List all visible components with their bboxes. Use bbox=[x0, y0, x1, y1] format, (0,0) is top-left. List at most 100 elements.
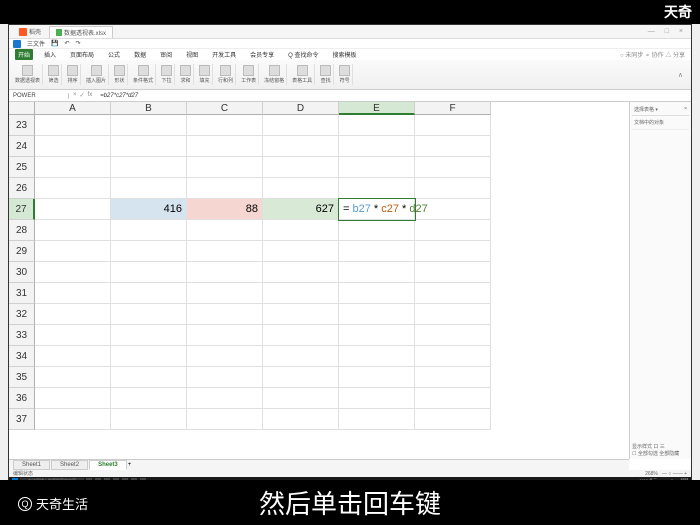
cell-c23[interactable] bbox=[187, 115, 263, 136]
row-header-36[interactable]: 36 bbox=[9, 388, 35, 409]
row-header-29[interactable]: 29 bbox=[9, 241, 35, 262]
select-all-corner[interactable] bbox=[9, 102, 35, 115]
ribbon-fill[interactable]: 填充 bbox=[197, 64, 213, 85]
cell-c33[interactable] bbox=[187, 325, 263, 346]
cell-b30[interactable] bbox=[111, 262, 187, 283]
document-tab[interactable]: 数据透视表.xlsx bbox=[49, 26, 113, 38]
fx-icon[interactable]: fx bbox=[88, 92, 93, 99]
cell-f29[interactable] bbox=[415, 241, 491, 262]
window-controls[interactable]: — □ × bbox=[648, 28, 687, 35]
cell-d28[interactable] bbox=[263, 220, 339, 241]
row-header-23[interactable]: 23 bbox=[9, 115, 35, 136]
row-header-33[interactable]: 33 bbox=[9, 325, 35, 346]
cell-b33[interactable] bbox=[111, 325, 187, 346]
cell-e34[interactable] bbox=[339, 346, 415, 367]
qa-undo-icon[interactable]: ↶ bbox=[65, 40, 70, 47]
ribbon-freeze[interactable]: 冻结窗格 bbox=[262, 64, 287, 85]
column-header-d[interactable]: D bbox=[263, 102, 339, 115]
cell-b34[interactable] bbox=[111, 346, 187, 367]
cell-f28[interactable] bbox=[415, 220, 491, 241]
file-menu[interactable]: 三文件 bbox=[27, 39, 45, 48]
cell-e35[interactable] bbox=[339, 367, 415, 388]
cell-b31[interactable] bbox=[111, 283, 187, 304]
ribbon-shape[interactable]: 形状 bbox=[112, 64, 128, 85]
cell-a37[interactable] bbox=[35, 409, 111, 430]
cell-c31[interactable] bbox=[187, 283, 263, 304]
cell-f36[interactable] bbox=[415, 388, 491, 409]
ribbon-tab-layout[interactable]: 页面布局 bbox=[67, 49, 97, 60]
cell-e26[interactable] bbox=[339, 178, 415, 199]
cell-b27[interactable]: 416 bbox=[111, 199, 187, 220]
accept-formula-icon[interactable]: ✓ bbox=[80, 92, 85, 99]
column-header-e[interactable]: E bbox=[339, 102, 415, 115]
column-header-c[interactable]: C bbox=[187, 102, 263, 115]
cell-d35[interactable] bbox=[263, 367, 339, 388]
ribbon-find[interactable]: 查找 bbox=[318, 64, 334, 85]
cell-a29[interactable] bbox=[35, 241, 111, 262]
ribbon-sort[interactable]: 排序 bbox=[65, 64, 81, 85]
cell-d27[interactable]: 627 bbox=[263, 199, 339, 220]
spreadsheet-grid[interactable]: ABCDEF232425262741688627= b27 * c27 * d2… bbox=[9, 102, 629, 459]
cell-c30[interactable] bbox=[187, 262, 263, 283]
ribbon-rowcol[interactable]: 行和列 bbox=[216, 64, 236, 85]
row-header-25[interactable]: 25 bbox=[9, 157, 35, 178]
cell-d29[interactable] bbox=[263, 241, 339, 262]
cell-c37[interactable] bbox=[187, 409, 263, 430]
cell-b36[interactable] bbox=[111, 388, 187, 409]
cell-b35[interactable] bbox=[111, 367, 187, 388]
cell-a35[interactable] bbox=[35, 367, 111, 388]
cell-f31[interactable] bbox=[415, 283, 491, 304]
ribbon-condfmt[interactable]: 条件格式 bbox=[131, 64, 156, 85]
cell-a28[interactable] bbox=[35, 220, 111, 241]
cell-b24[interactable] bbox=[111, 136, 187, 157]
ribbon-tab-view[interactable]: 视图 bbox=[183, 49, 201, 60]
ribbon-tab-member[interactable]: 会员专享 bbox=[247, 49, 277, 60]
ribbon-tab-review[interactable]: 审阅 bbox=[157, 49, 175, 60]
cell-e32[interactable] bbox=[339, 304, 415, 325]
cell-c25[interactable] bbox=[187, 157, 263, 178]
cell-e27[interactable]: = b27 * c27 * d27 bbox=[339, 199, 415, 220]
cell-c26[interactable] bbox=[187, 178, 263, 199]
cell-a34[interactable] bbox=[35, 346, 111, 367]
cell-b32[interactable] bbox=[111, 304, 187, 325]
column-header-a[interactable]: A bbox=[35, 102, 111, 115]
column-header-f[interactable]: F bbox=[415, 102, 491, 115]
cell-e30[interactable] bbox=[339, 262, 415, 283]
ribbon-filter[interactable]: 筛选 bbox=[46, 64, 62, 85]
cell-f35[interactable] bbox=[415, 367, 491, 388]
cell-e37[interactable] bbox=[339, 409, 415, 430]
sheet-tab-1[interactable]: Sheet1 bbox=[13, 460, 50, 470]
cell-f33[interactable] bbox=[415, 325, 491, 346]
cell-b26[interactable] bbox=[111, 178, 187, 199]
cell-e23[interactable] bbox=[339, 115, 415, 136]
cell-f34[interactable] bbox=[415, 346, 491, 367]
ribbon-pivot[interactable]: 数据透视表 bbox=[13, 64, 43, 85]
cell-e24[interactable] bbox=[339, 136, 415, 157]
cell-c35[interactable] bbox=[187, 367, 263, 388]
taskpane-close-icon[interactable]: × bbox=[684, 106, 687, 113]
cell-f37[interactable] bbox=[415, 409, 491, 430]
ribbon-tab-dev[interactable]: 开发工具 bbox=[209, 49, 239, 60]
cell-a25[interactable] bbox=[35, 157, 111, 178]
ribbon-tabletools[interactable]: 表格工具 bbox=[290, 64, 315, 85]
qa-save-icon[interactable]: 💾 bbox=[51, 40, 58, 47]
ribbon-symbol[interactable]: 符号 bbox=[337, 64, 353, 85]
row-header-30[interactable]: 30 bbox=[9, 262, 35, 283]
cell-b28[interactable] bbox=[111, 220, 187, 241]
cell-f25[interactable] bbox=[415, 157, 491, 178]
row-header-24[interactable]: 24 bbox=[9, 136, 35, 157]
cell-b37[interactable] bbox=[111, 409, 187, 430]
ribbon-sum[interactable]: 求和 bbox=[178, 64, 194, 85]
qa-redo-icon[interactable]: ↷ bbox=[76, 40, 81, 47]
cell-e33[interactable] bbox=[339, 325, 415, 346]
cell-c29[interactable] bbox=[187, 241, 263, 262]
cell-c24[interactable] bbox=[187, 136, 263, 157]
ribbon-tab-data[interactable]: 数据 bbox=[131, 49, 149, 60]
cell-e28[interactable] bbox=[339, 220, 415, 241]
ribbon-image[interactable]: 插入图片 bbox=[84, 64, 109, 85]
name-box[interactable]: POWER bbox=[9, 93, 69, 99]
ribbon-worksheet[interactable]: 工作表 bbox=[239, 64, 259, 85]
cell-d33[interactable] bbox=[263, 325, 339, 346]
cancel-formula-icon[interactable]: × bbox=[73, 92, 77, 99]
row-header-37[interactable]: 37 bbox=[9, 409, 35, 430]
